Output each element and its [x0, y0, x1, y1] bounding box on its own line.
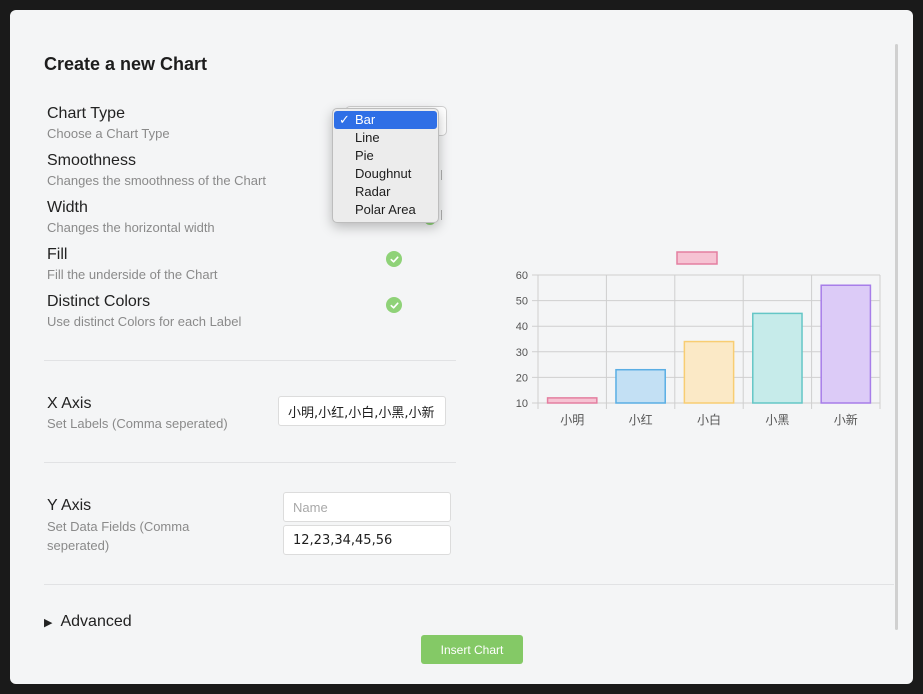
width-label: Width: [47, 199, 88, 216]
legend-swatch: [676, 251, 718, 265]
chart-type-desc: Choose a Chart Type: [47, 126, 170, 141]
bar: [546, 397, 598, 404]
divider: [44, 584, 894, 585]
chart-type-option[interactable]: Pie: [334, 147, 437, 165]
chart-type-option-label: Radar: [355, 184, 391, 199]
smoothness-label: Smoothness: [47, 152, 136, 169]
setting-fill: Fill Fill the underside of the Chart: [47, 245, 218, 284]
chart-dialog: Create a new Chart Chart Type Choose a C…: [10, 10, 913, 684]
x-axis-desc: Set Labels (Comma seperated): [47, 416, 228, 431]
chart-type-option-label: Bar: [355, 112, 376, 127]
distinct-colors-desc: Use distinct Colors for each Label: [47, 314, 242, 329]
advanced-toggle[interactable]: ▶ Advanced: [44, 613, 132, 631]
chart-type-option-label: Line: [355, 130, 380, 145]
y-tick-label: 20: [516, 372, 528, 384]
y-tick-label: 50: [516, 296, 528, 308]
setting-smoothness: Smoothness Changes the smoothness of the…: [47, 151, 266, 190]
bar: [683, 340, 735, 404]
y-axis-desc: Set Data Fields (Comma seperated): [47, 519, 190, 553]
x-tick-label: 小明: [560, 413, 584, 427]
chart-type-option-label: Pie: [355, 148, 374, 163]
smoothness-slider[interactable]: [441, 170, 442, 180]
x-tick-label: 小白: [697, 412, 721, 427]
chart-type-option[interactable]: Polar Area: [334, 201, 437, 219]
triangle-right-icon: ▶: [44, 616, 53, 629]
y-tick-label: 30: [516, 347, 528, 359]
chart-type-option[interactable]: Doughnut: [334, 165, 437, 183]
fill-desc: Fill the underside of the Chart: [47, 267, 218, 282]
fill-label: Fill: [47, 246, 68, 263]
x-tick-label: 小红: [629, 412, 653, 427]
bar: [615, 368, 666, 404]
chart-type-dropdown[interactable]: ✓ Bar Line Pie Doughnut Radar Polar Area: [332, 108, 439, 223]
smoothness-desc: Changes the smoothness of the Chart: [47, 173, 266, 188]
setting-x-axis: X Axis Set Labels (Comma seperated): [47, 394, 228, 433]
y-axis-name-input[interactable]: Name: [283, 492, 451, 522]
y-axis-data-input[interactable]: 12,23,34,45,56: [283, 525, 451, 555]
divider: [44, 462, 456, 463]
width-slider[interactable]: [441, 210, 442, 220]
chart-type-option[interactable]: ✓ Bar: [334, 111, 437, 129]
x-axis-label: X Axis: [47, 395, 92, 412]
distinct-colors-check-icon[interactable]: [386, 297, 402, 313]
chart-type-option-label: Doughnut: [355, 166, 412, 181]
y-axis-label: Y Axis: [47, 497, 92, 514]
x-axis-labels-input[interactable]: 小明,小红,小白,小黑,小新: [278, 396, 446, 426]
chart-type-option-label: Polar Area: [355, 202, 416, 217]
checkmark-icon: ✓: [339, 112, 350, 127]
divider: [44, 360, 456, 361]
x-tick-label: 小黑: [765, 413, 789, 427]
x-tick-label: 小新: [834, 412, 858, 427]
distinct-colors-label: Distinct Colors: [47, 293, 151, 310]
advanced-label: Advanced: [60, 613, 132, 630]
scrollbar[interactable]: [895, 44, 898, 630]
bar: [752, 312, 803, 404]
setting-y-axis: Y Axis Set Data Fields (Comma seperated): [47, 496, 237, 555]
bar: [820, 284, 872, 404]
chart-type-option[interactable]: Line: [334, 129, 437, 147]
y-tick-label: 10: [516, 398, 528, 410]
setting-distinct-colors: Distinct Colors Use distinct Colors for …: [47, 292, 241, 331]
setting-chart-type: Chart Type Choose a Chart Type: [47, 104, 170, 143]
bar-chart-preview: 10 20 30 40 50 60 小明 小红 小白 小黑 小新: [516, 251, 881, 427]
setting-width: Width Changes the horizontal width: [47, 198, 215, 237]
insert-chart-button[interactable]: Insert Chart: [421, 635, 523, 664]
width-desc: Changes the horizontal width: [47, 220, 215, 235]
fill-check-icon[interactable]: [386, 251, 402, 267]
chart-type-label: Chart Type: [47, 105, 125, 122]
y-tick-label: 40: [516, 321, 528, 333]
chart-type-option[interactable]: Radar: [334, 183, 437, 201]
y-tick-label: 60: [516, 270, 528, 282]
dialog-title: Create a new Chart: [44, 54, 208, 74]
